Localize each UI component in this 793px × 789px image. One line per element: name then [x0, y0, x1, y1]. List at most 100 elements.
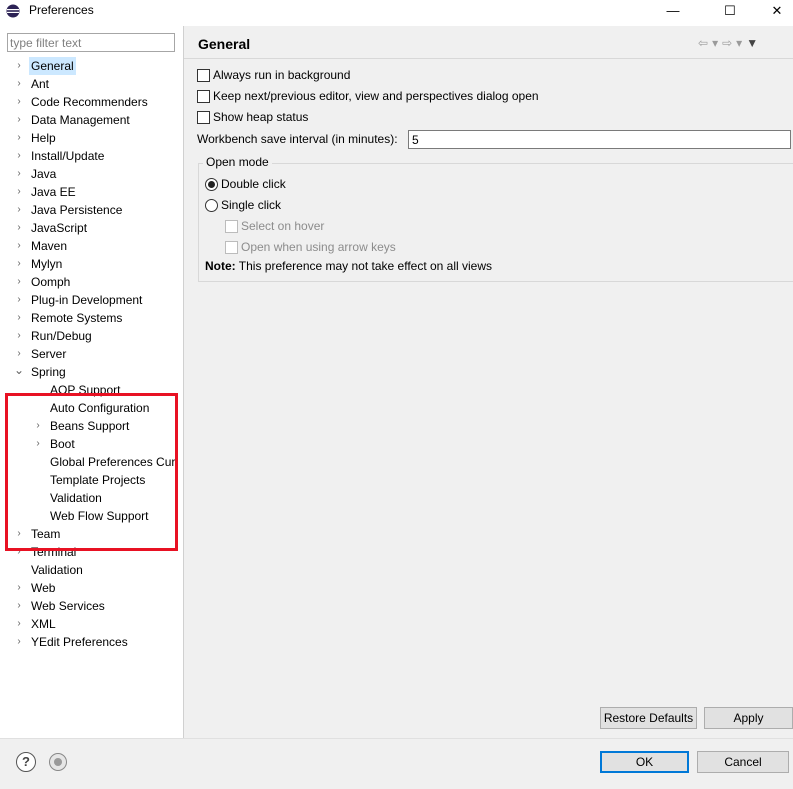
note-label: Note: [205, 259, 236, 273]
collapsed-chevron-icon[interactable]: › [14, 165, 24, 183]
preference-page: General ⇦ ▾ ⇨ ▾ ▼ Always run in background K… [184, 26, 793, 738]
tree-item[interactable]: › Plug-in Development [0, 291, 178, 309]
tree-item[interactable]: › Remote Systems [0, 309, 178, 327]
tree-item[interactable]: › XML [0, 615, 178, 633]
tree-item[interactable]: › Java Persistence [0, 201, 178, 219]
tree-item[interactable]: › Server [0, 345, 178, 363]
page-title: General [198, 36, 251, 52]
back-arrow-icon[interactable]: ⇦ [698, 36, 708, 50]
tree-item[interactable]: › Web [0, 579, 178, 597]
collapsed-chevron-icon[interactable]: › [14, 309, 24, 327]
tree-item[interactable]: › Java EE [0, 183, 178, 201]
collapsed-chevron-icon[interactable]: › [14, 129, 24, 147]
tree-item[interactable]: › Data Management [0, 111, 178, 129]
show-heap-status-checkbox[interactable] [197, 111, 210, 124]
open-arrow-keys-checkbox [225, 241, 238, 254]
save-interval-input[interactable] [408, 130, 791, 149]
tree-item-label: Web Services [31, 599, 105, 613]
tree-item[interactable]: › General [0, 57, 178, 75]
collapsed-chevron-icon[interactable]: › [14, 183, 24, 201]
collapsed-chevron-icon[interactable]: › [14, 237, 24, 255]
open-mode-group-title: Open mode [203, 155, 272, 169]
forward-arrow-icon[interactable]: ⇨ [722, 36, 732, 50]
filter-input[interactable] [7, 33, 175, 52]
tree-item[interactable]: › Help [0, 129, 178, 147]
tree-item[interactable]: › Oomph [0, 273, 178, 291]
collapsed-chevron-icon[interactable]: › [14, 615, 24, 633]
dialog-footer: ? OK Cancel [0, 739, 793, 789]
tree-item-label: Ant [31, 77, 50, 91]
forward-menu-chevron-icon[interactable]: ▾ [736, 36, 742, 50]
save-interval-label: Workbench save interval (in minutes): [197, 132, 398, 146]
tree-item[interactable]: ⌄ Spring [0, 363, 178, 381]
collapsed-chevron-icon[interactable]: › [14, 273, 24, 291]
tree-item[interactable]: › Maven [0, 237, 178, 255]
collapsed-chevron-icon[interactable]: › [14, 147, 24, 165]
help-icon[interactable]: ? [16, 752, 36, 772]
double-click-radio[interactable] [205, 178, 218, 191]
tree-item-label: Maven [31, 239, 68, 253]
tree-item-label: Code Recommenders [31, 95, 148, 109]
single-click-radio[interactable] [205, 199, 218, 212]
tree-item[interactable]: › Run/Debug [0, 327, 178, 345]
tree-item[interactable]: › Ant [0, 75, 178, 93]
collapsed-chevron-icon[interactable]: › [14, 93, 24, 111]
tree-item-label: Java [31, 167, 57, 181]
collapsed-chevron-icon[interactable]: › [14, 75, 24, 93]
maximize-button[interactable]: ☐ [707, 0, 753, 22]
tree-item[interactable]: › Mylyn [0, 255, 178, 273]
tree-item[interactable]: › JavaScript [0, 219, 178, 237]
title-bar: Preferences — ☐ ✕ [0, 0, 793, 22]
tree-item-label: Web [31, 581, 56, 595]
collapsed-chevron-icon[interactable]: › [14, 111, 24, 129]
tree-item-label: Plug-in Development [31, 293, 143, 307]
expanded-chevron-icon[interactable]: ⌄ [14, 363, 24, 381]
tree-item[interactable]: › Install/Update [0, 147, 178, 165]
collapsed-chevron-icon[interactable]: › [14, 57, 24, 75]
always-run-background-checkbox[interactable] [197, 69, 210, 82]
collapsed-chevron-icon[interactable]: › [14, 327, 24, 345]
tree-item-label: Oomph [31, 275, 71, 289]
checkbox-label: Show heap status [213, 110, 309, 124]
tree-item-label: Remote Systems [31, 311, 123, 325]
minimize-button[interactable]: — [650, 0, 696, 22]
apply-button[interactable]: Apply [704, 707, 793, 729]
tree-item-label: Run/Debug [31, 329, 92, 343]
page-nav: ⇦ ▾ ⇨ ▾ ▼ [698, 36, 762, 50]
collapsed-chevron-icon[interactable]: › [14, 291, 24, 309]
restore-defaults-button[interactable]: Restore Defaults [600, 707, 697, 729]
tree-item-label: Java Persistence [31, 203, 123, 217]
collapsed-chevron-icon[interactable]: › [14, 201, 24, 219]
tree-item[interactable]: Validation [0, 561, 178, 579]
checkbox-label: Open when using arrow keys [241, 240, 396, 254]
tree-item-label: Data Management [31, 113, 130, 127]
tree-item[interactable]: › Java [0, 165, 178, 183]
tree-item[interactable]: › Code Recommenders [0, 93, 178, 111]
radio-label: Double click [221, 177, 286, 191]
back-menu-chevron-icon[interactable]: ▾ [712, 36, 718, 50]
import-export-icon[interactable] [49, 753, 67, 771]
cancel-button[interactable]: Cancel [697, 751, 789, 773]
keep-dialog-open-checkbox[interactable] [197, 90, 210, 103]
tree-item-label: Install/Update [31, 149, 105, 163]
ok-button[interactable]: OK [600, 751, 689, 773]
collapsed-chevron-icon[interactable]: › [14, 579, 24, 597]
tree-item-label: Validation [31, 563, 83, 577]
tree-item-label: Spring [31, 365, 66, 379]
tree-item-label: Server [31, 347, 67, 361]
checkbox-label: Always run in background [213, 68, 351, 82]
tree-item[interactable]: › YEdit Preferences [0, 633, 178, 651]
collapsed-chevron-icon[interactable]: › [14, 255, 24, 273]
collapsed-chevron-icon[interactable]: › [14, 345, 24, 363]
collapsed-chevron-icon[interactable]: › [14, 597, 24, 615]
tree-item-label: JavaScript [31, 221, 88, 235]
note-body: This preference may not take effect on a… [235, 259, 493, 273]
tree-item[interactable]: › Web Services [0, 597, 178, 615]
collapsed-chevron-icon[interactable]: › [14, 633, 24, 651]
close-button[interactable]: ✕ [754, 0, 793, 22]
tree-item-label: YEdit Preferences [31, 635, 128, 649]
tree-item-label: General [29, 57, 76, 75]
collapsed-chevron-icon[interactable]: › [14, 219, 24, 237]
view-menu-icon[interactable]: ▼ [746, 36, 758, 50]
checkbox-label: Keep next/previous editor, view and pers… [213, 89, 539, 103]
